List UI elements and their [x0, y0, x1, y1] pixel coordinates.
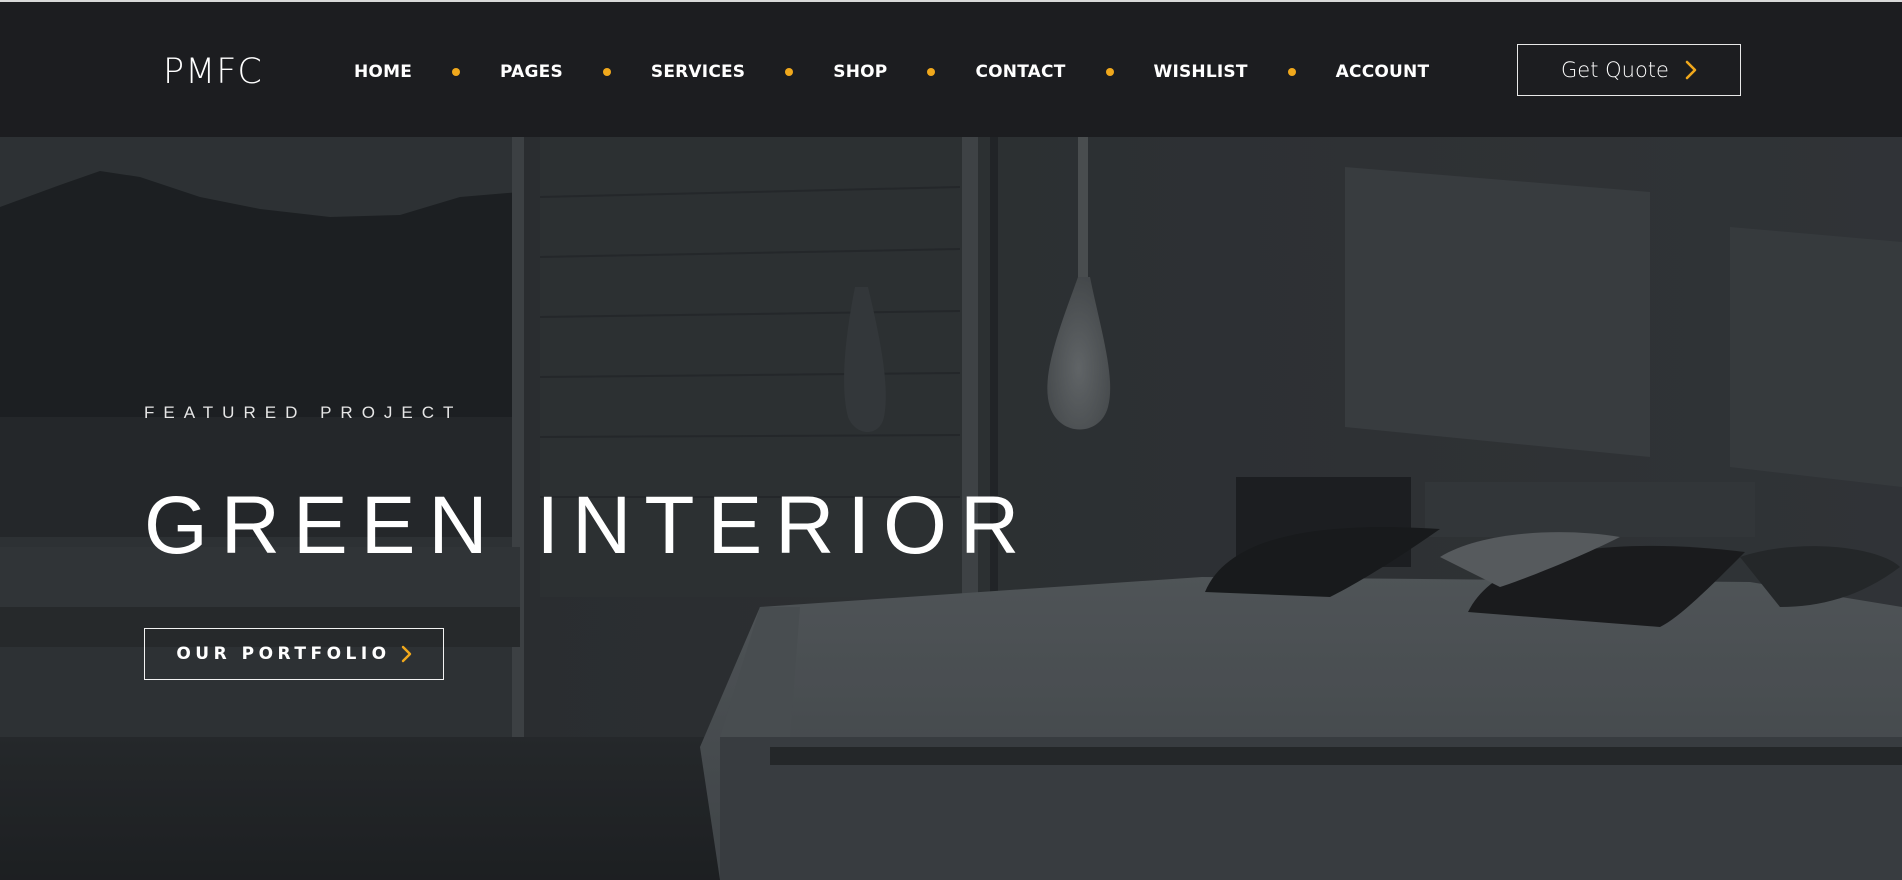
nav-separator-dot — [452, 68, 461, 76]
hero-eyebrow: FEATURED PROJECT — [144, 403, 463, 422]
main-nav: HOME PAGES SERVICES SHOP CONTACT WISHLIS… — [354, 60, 1429, 84]
get-quote-label: Get Quote — [1561, 58, 1669, 82]
nav-separator-dot — [1287, 68, 1296, 76]
nav-separator-dot — [1105, 68, 1114, 76]
nav-shop[interactable]: SHOP — [833, 60, 887, 84]
logo[interactable]: PMFC — [163, 52, 263, 92]
nav-separator-dot — [785, 68, 794, 76]
nav-separator-dot — [927, 68, 936, 76]
hero-title: GREEN INTERIOR — [144, 480, 1033, 571]
nav-separator-dot — [602, 68, 611, 76]
get-quote-button[interactable]: Get Quote — [1517, 44, 1741, 96]
nav-account[interactable]: ACCOUNT — [1336, 60, 1430, 84]
nav-services[interactable]: SERVICES — [651, 60, 745, 84]
hero-section: FEATURED PROJECT GREEN INTERIOR OUR PORT… — [0, 137, 1902, 880]
nav-contact[interactable]: CONTACT — [975, 60, 1065, 84]
our-portfolio-label: OUR PORTFOLIO — [176, 644, 391, 664]
chevron-right-icon — [1685, 60, 1697, 80]
chevron-right-icon — [401, 645, 412, 663]
our-portfolio-button[interactable]: OUR PORTFOLIO — [144, 628, 444, 680]
nav-home[interactable]: HOME — [354, 60, 412, 84]
nav-wishlist[interactable]: WISHLIST — [1154, 60, 1248, 84]
nav-pages[interactable]: PAGES — [500, 60, 563, 84]
site-header: PMFC HOME PAGES SERVICES SHOP CONTACT WI… — [0, 2, 1902, 137]
